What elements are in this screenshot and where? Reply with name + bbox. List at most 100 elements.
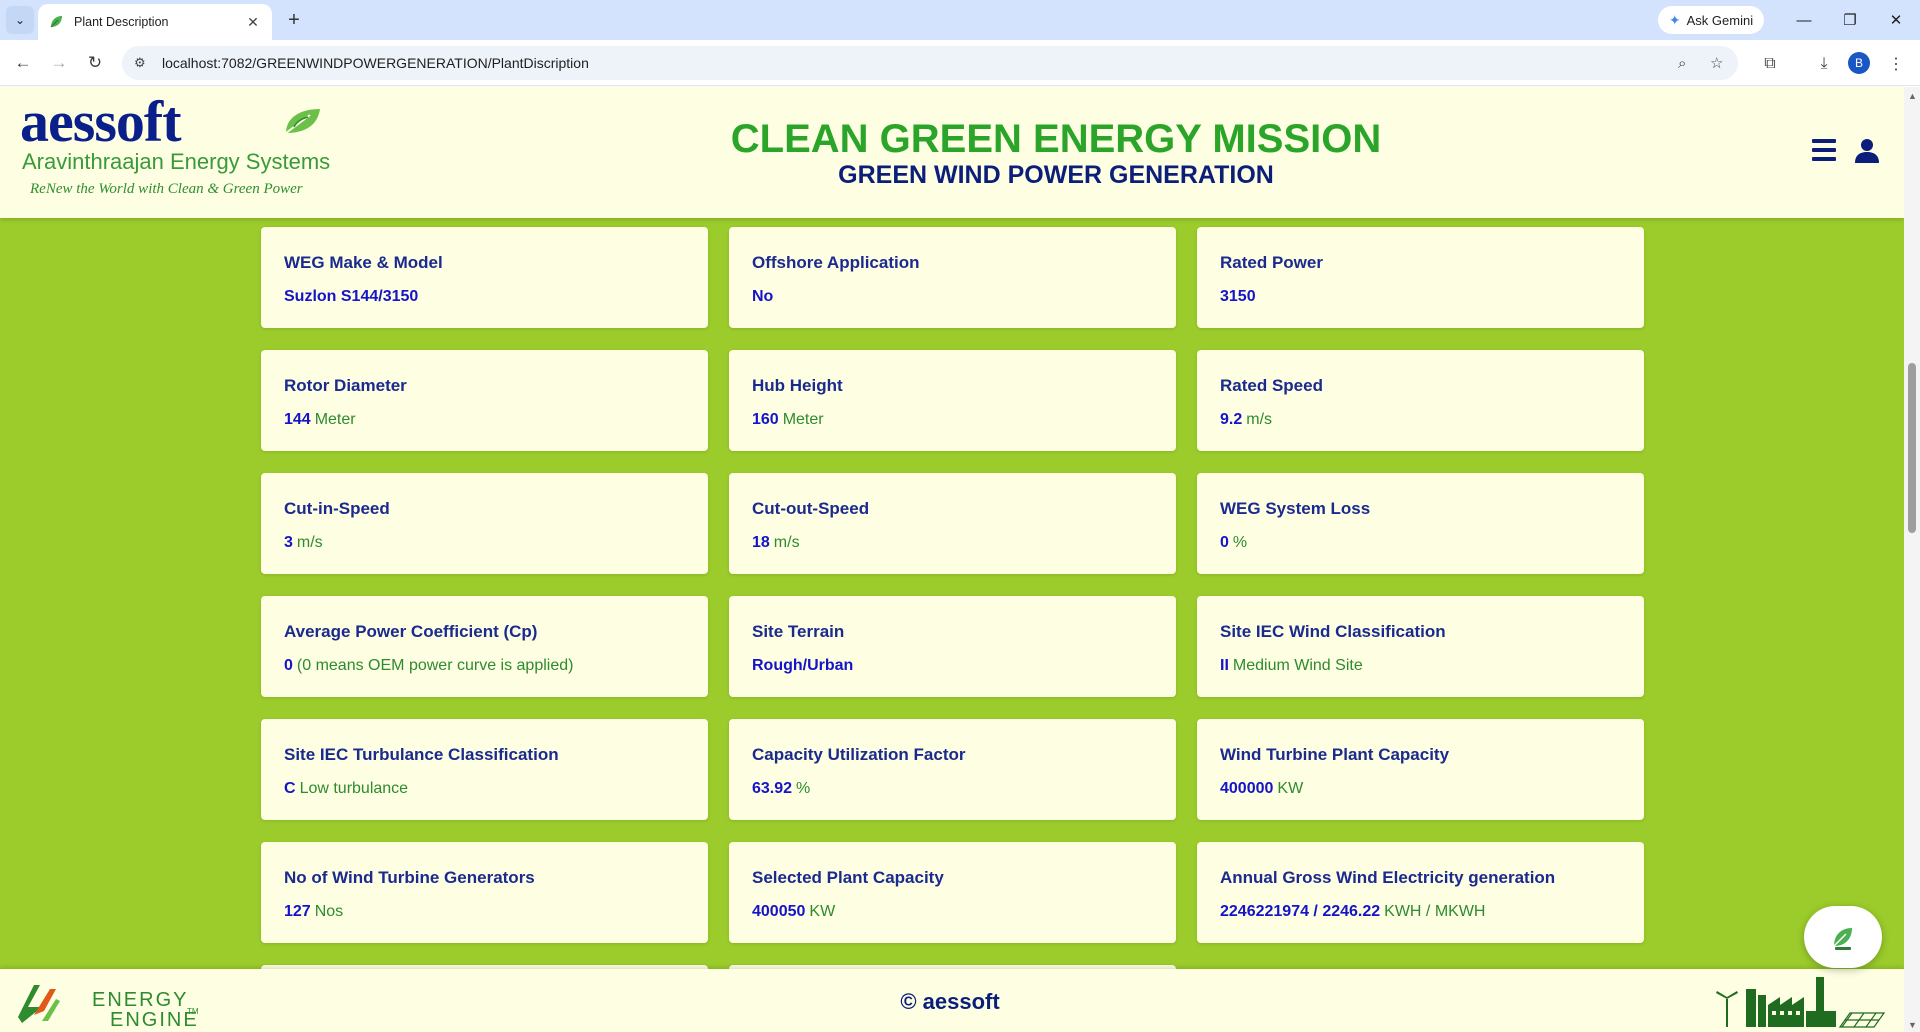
parameter-card: Rotor Diameter 144 Meter: [261, 350, 708, 451]
parameter-value: 18: [752, 534, 770, 551]
parameter-value: II: [1220, 657, 1229, 674]
parameter-unit: KW: [1277, 780, 1304, 797]
tab-search-chevron-icon[interactable]: ⌄: [6, 6, 34, 34]
parameter-card: Selected Plant Capacity 400050 KW: [729, 842, 1176, 943]
parameter-value-line: No: [752, 288, 1153, 306]
close-window-icon[interactable]: ✕: [1876, 6, 1916, 34]
tab-title: Plant Description: [74, 15, 169, 29]
power-plant-illustration-icon: [1716, 977, 1886, 1028]
parameter-unit: KWH / MKWH: [1384, 903, 1486, 920]
parameter-value: Suzlon S144/3150: [284, 288, 419, 305]
parameter-value: 400000: [1220, 780, 1274, 797]
parameter-value-line: Rough/Urban: [752, 657, 1153, 675]
restore-window-icon[interactable]: ❐: [1830, 6, 1870, 34]
parameter-value: 63.92: [752, 780, 793, 797]
parameter-card: Hub Height 160 Meter: [729, 350, 1176, 451]
parameter-unit: Nos: [314, 903, 344, 920]
logo-tagline: ReNew the World with Clean & Green Power: [30, 181, 303, 197]
parameter-value: 160: [752, 411, 779, 428]
parameter-value: 0: [1220, 534, 1229, 551]
parameter-value-line: II Medium Wind Site: [1220, 657, 1621, 675]
tab-close-icon[interactable]: ✕: [244, 14, 262, 31]
hamburger-menu-icon[interactable]: [1812, 139, 1836, 161]
scrollbar-thumb[interactable]: [1908, 363, 1916, 533]
parameter-label: Offshore Application: [752, 253, 920, 272]
parameter-label: Hub Height: [752, 376, 843, 395]
parameter-unit: %: [796, 780, 811, 797]
energy-engine-logo: ENERGY ENGINE TM: [12, 977, 212, 1031]
parameter-label: Selected Plant Capacity: [752, 868, 944, 887]
parameter-value: 3150: [1220, 288, 1256, 305]
parameter-unit: (0 means OEM power curve is applied): [296, 657, 574, 674]
parameter-card: WEG Make & Model Suzlon S144/3150: [261, 227, 708, 328]
floating-chat-button[interactable]: [1804, 906, 1882, 968]
ask-gemini-label: Ask Gemini: [1686, 12, 1754, 28]
parameter-card: No of Wind Turbine Generators 127 Nos: [261, 842, 708, 943]
back-arrow-icon[interactable]: ←: [8, 48, 38, 78]
parameter-card: Rated Power 3150: [1197, 227, 1644, 328]
minimize-window-icon[interactable]: —: [1784, 6, 1824, 34]
parameter-value-line: 0%: [1220, 534, 1621, 552]
aessoft-logo[interactable]: aessoft Aravinthraajan Energy Systems Re…: [20, 93, 330, 213]
parameter-value: Rough/Urban: [752, 657, 854, 674]
bookmark-star-icon[interactable]: ☆: [1710, 46, 1723, 80]
scroll-down-arrow-icon[interactable]: ▼: [1908, 1020, 1917, 1030]
parameter-card: Site IEC Wind Classification II Medium Win…: [1197, 596, 1644, 697]
forward-arrow-icon[interactable]: →: [44, 48, 74, 78]
parameter-unit: Meter: [314, 411, 356, 428]
scroll-up-arrow-icon[interactable]: ▲: [1908, 91, 1917, 101]
zoom-icon[interactable]: ⌕: [1678, 46, 1686, 80]
parameter-unit: Medium Wind Site: [1232, 657, 1363, 674]
parameter-label: Rotor Diameter: [284, 376, 407, 395]
user-account-icon[interactable]: [1854, 137, 1880, 163]
plant-parameter-grid: WEG Make & Model Suzlon S144/3150 Offshore…: [261, 227, 1644, 969]
parameter-unit: m/s: [296, 534, 323, 551]
parameter-label: Rated Speed: [1220, 376, 1323, 395]
parameter-unit: KW: [809, 903, 836, 920]
parameter-card: Site IEC Turbulance Classification C Low t…: [261, 719, 708, 820]
parameter-card: Offshore Application No: [729, 227, 1176, 328]
parameter-card: Cut-out-Speed 18 m/s: [729, 473, 1176, 574]
parameter-value: 9.2: [1220, 411, 1243, 428]
parameter-value-line: 0 (0 means OEM power curve is applied): [284, 657, 685, 675]
parameter-label: Rated Power: [1220, 253, 1323, 272]
parameter-unit: Meter: [782, 411, 824, 428]
parameter-label: Capacity Utilization Factor: [752, 745, 966, 764]
new-tab-button[interactable]: +: [280, 6, 308, 34]
parameter-value-line: 144 Meter: [284, 411, 685, 429]
browser-tab-active[interactable]: Plant Description ✕: [38, 4, 272, 40]
extensions-puzzle-icon[interactable]: ⧉: [1756, 50, 1784, 78]
ask-gemini-button[interactable]: ✦ Ask Gemini: [1658, 6, 1764, 34]
copyright-text: © aessoft: [900, 989, 1000, 1014]
parameter-value: C: [284, 780, 296, 797]
profile-avatar[interactable]: B: [1848, 52, 1870, 74]
parameter-value: 0: [284, 657, 293, 674]
browser-menu-icon[interactable]: ⋮: [1882, 50, 1910, 78]
address-url: localhost:7082/GREENWINDPOWERGENERATION/…: [162, 55, 589, 71]
reload-icon[interactable]: ↻: [80, 48, 110, 78]
parameter-label: No of Wind Turbine Generators: [284, 868, 535, 887]
parameter-unit: m/s: [773, 534, 800, 551]
parameter-card: Cut-in-Speed 3 m/s: [261, 473, 708, 574]
parameter-label: Cut-out-Speed: [752, 499, 870, 518]
parameter-value-line: 400050 KW: [752, 903, 1153, 921]
site-header: aessoft Aravinthraajan Energy Systems Re…: [0, 87, 1904, 218]
parameter-label: Cut-in-Speed: [284, 499, 390, 518]
parameter-label: WEG Make & Model: [284, 253, 443, 272]
site-footer: ENERGY ENGINE TM © aessoft: [0, 969, 1904, 1032]
page-subtitle: GREEN WIND POWER GENERATION: [838, 161, 1274, 189]
parameter-card: Rated Speed 9.2 m/s: [1197, 350, 1644, 451]
parameter-label: Site IEC Turbulance Classification: [284, 745, 559, 764]
download-icon[interactable]: ⤓: [1810, 50, 1838, 78]
parameter-value: 2246221974 / 2246.22: [1220, 903, 1381, 920]
page-scrollbar[interactable]: ▲ ▼: [1904, 87, 1920, 1032]
parameter-value: 3: [284, 534, 293, 551]
site-info-icon[interactable]: ⚙: [134, 55, 154, 71]
parameter-card: WEG System Loss 0%: [1197, 473, 1644, 574]
parameter-value-line: 63.92%: [752, 780, 1153, 798]
parameter-value-line: Suzlon S144/3150: [284, 288, 685, 306]
address-bar[interactable]: ⚙ localhost:7082/GREENWINDPOWERGENERATIO…: [122, 46, 1738, 80]
parameter-value-line: C Low turbulance: [284, 780, 685, 798]
parameter-value: 127: [284, 903, 311, 920]
parameter-unit: %: [1232, 534, 1248, 551]
